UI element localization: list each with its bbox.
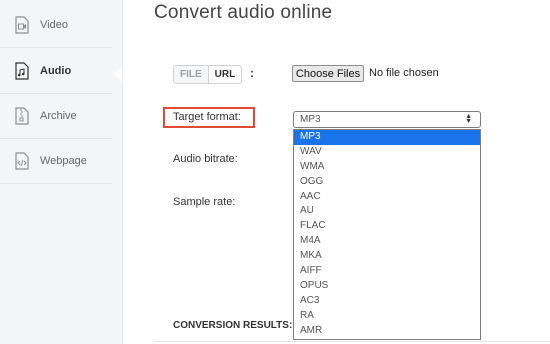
active-indicator-arrow xyxy=(114,66,122,82)
format-option[interactable]: OPUS xyxy=(294,279,480,294)
video-file-icon xyxy=(14,16,30,34)
archive-file-icon xyxy=(14,107,30,125)
sample-rate-label: Sample rate: xyxy=(173,196,236,208)
conversion-results-label: CONVERSION RESULTS: xyxy=(173,320,293,331)
divider xyxy=(154,341,550,342)
page-title: Convert audio online xyxy=(154,2,333,23)
format-option[interactable]: AU xyxy=(294,204,480,219)
choose-files-button[interactable]: Choose Files xyxy=(292,65,364,82)
sidebar-item-label: Webpage xyxy=(40,155,87,167)
code-file-icon xyxy=(14,152,30,170)
sidebar-item-audio[interactable]: Audio xyxy=(0,49,112,94)
sidebar-item-video[interactable]: Video xyxy=(0,3,112,48)
toggle-separator: : xyxy=(250,66,254,80)
format-option[interactable]: WAV xyxy=(294,145,480,160)
format-option[interactable]: WMA xyxy=(294,160,480,175)
format-dropdown-list: MP3 WAV WMA OGG AAC AU FLAC M4A MKA AIFF OPUS AC3 RA… xyxy=(293,129,481,340)
sidebar-item-label: Archive xyxy=(40,110,77,122)
format-option[interactable]: AMR xyxy=(294,324,480,339)
format-option[interactable]: AAC xyxy=(294,190,480,205)
format-option[interactable]: MKA xyxy=(294,249,480,264)
sidebar-item-archive[interactable]: Archive xyxy=(0,94,112,139)
format-option[interactable]: AIFF xyxy=(294,264,480,279)
format-option[interactable]: OGG xyxy=(294,175,480,190)
select-arrows-icon: ▲ ▼ xyxy=(465,113,472,125)
file-toggle-button[interactable]: FILE xyxy=(174,66,209,83)
target-format-select[interactable]: MP3 ▲ ▼ xyxy=(293,111,481,128)
target-format-label: Target format: xyxy=(173,111,241,123)
format-option[interactable]: MP3 xyxy=(294,130,480,145)
url-toggle-button[interactable]: URL xyxy=(208,66,242,83)
sidebar-item-label: Video xyxy=(40,19,68,31)
format-option[interactable]: RA xyxy=(294,309,480,324)
sidebar: Video Audio Archive Webpage xyxy=(0,0,123,344)
file-status-text: No file chosen xyxy=(369,67,439,79)
sidebar-item-webpage[interactable]: Webpage xyxy=(0,139,112,184)
audio-bitrate-label: Audio bitrate: xyxy=(173,153,238,165)
format-option[interactable]: FLAC xyxy=(294,219,480,234)
selected-format-value: MP3 xyxy=(300,114,321,125)
format-option[interactable]: AC3 xyxy=(294,294,480,309)
format-option[interactable]: M4A xyxy=(294,234,480,249)
audio-file-icon xyxy=(14,62,30,80)
sidebar-item-label: Audio xyxy=(40,65,72,77)
source-toggle: FILE URL xyxy=(173,65,243,84)
